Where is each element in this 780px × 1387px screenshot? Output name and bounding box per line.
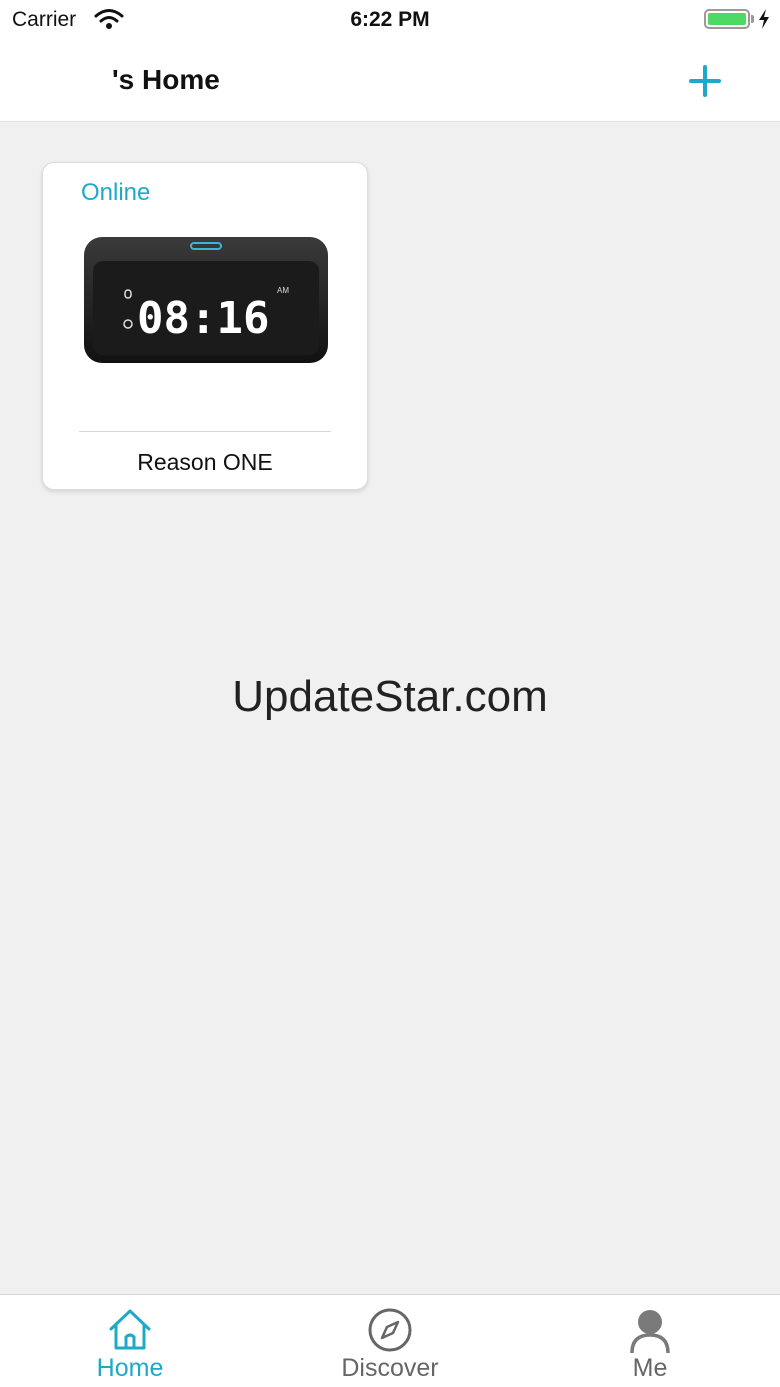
battery-icon	[704, 9, 750, 29]
tab-discover-label: Discover	[341, 1354, 439, 1382]
nav-bar: 's Home	[0, 40, 780, 122]
status-time: 6:22 PM	[350, 8, 430, 31]
tab-home-label: Home	[96, 1354, 164, 1382]
page-title: 's Home	[112, 64, 220, 95]
status-bar: Carrier 6:22 PM	[0, 0, 780, 40]
device-display-period: AM	[277, 286, 289, 295]
charging-bolt-icon	[759, 9, 769, 29]
watermark-text: UpdateStar.com	[232, 672, 548, 721]
tab-me-label: Me	[632, 1354, 668, 1382]
device-name: Reason ONE	[137, 449, 273, 475]
add-device-button[interactable]	[682, 58, 728, 104]
compass-icon	[368, 1308, 412, 1352]
tab-discover[interactable]: Discover	[260, 1295, 520, 1387]
tab-me[interactable]: Me	[520, 1295, 780, 1387]
home-icon	[109, 1309, 151, 1350]
tab-bar: Home Discover Me	[0, 1294, 780, 1387]
card-divider	[79, 431, 331, 432]
device-card[interactable]: Online 08:16 AM Reason ONE	[42, 162, 368, 490]
alarm-clock-device-image: 08:16 AM	[84, 237, 328, 363]
person-icon	[630, 1310, 670, 1353]
tab-home[interactable]: Home	[0, 1295, 260, 1387]
device-status: Online	[81, 179, 151, 206]
battery-cap	[751, 15, 754, 23]
device-display-time: 08:16	[137, 293, 269, 344]
